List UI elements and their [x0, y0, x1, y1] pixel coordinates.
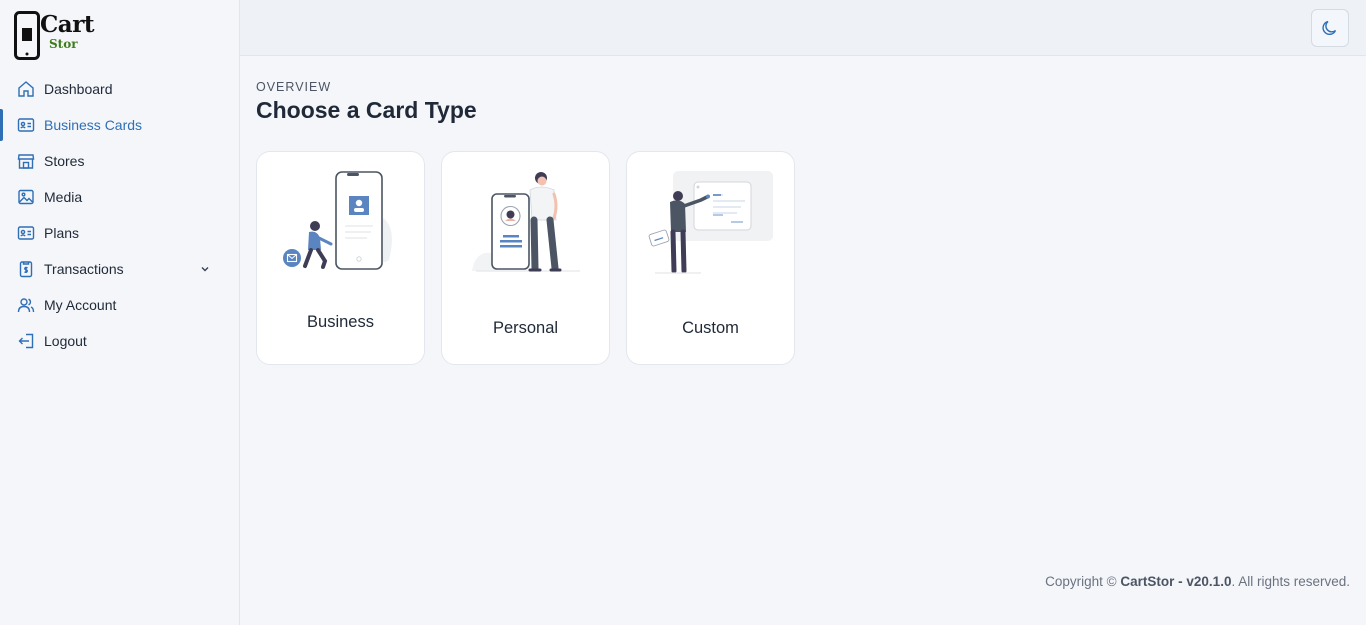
card-type-list: Business Personal Custom — [256, 151, 811, 365]
sidebar-item-stores[interactable]: Stores — [0, 143, 239, 179]
section-label: OVERVIEW — [256, 80, 332, 94]
custom-illustration — [648, 171, 773, 274]
sidebar-item-label: Dashboard — [44, 81, 113, 97]
sidebar-item-business-cards[interactable]: Business Cards — [0, 107, 239, 143]
sidebar-item-label: Plans — [44, 225, 80, 241]
copyright-suffix: . All rights reserved. — [1231, 574, 1350, 589]
theme-toggle-button[interactable] — [1311, 9, 1349, 47]
copyright-brand-version[interactable]: CartStor - v20.1.0 — [1120, 574, 1231, 589]
sidebar-item-label: Media — [44, 189, 83, 205]
sidebar-item-label: Business Cards — [44, 117, 143, 133]
sidebar-item-label: Transactions — [44, 261, 124, 277]
sidebar-item-logout[interactable]: Logout — [0, 323, 239, 359]
card-type-custom[interactable]: Custom — [626, 151, 795, 365]
card-type-personal[interactable]: Personal — [441, 151, 610, 365]
sidebar-item-my-account[interactable]: My Account — [0, 287, 239, 323]
brand-name-top: Cart — [40, 11, 94, 38]
sidebar-item-media[interactable]: Media — [0, 179, 239, 215]
sidebar-item-dashboard[interactable]: Dashboard — [0, 71, 239, 107]
card-type-business[interactable]: Business — [256, 151, 425, 365]
card-label: Personal — [492, 319, 559, 337]
logout-icon — [17, 332, 35, 350]
brand-logo[interactable]: Cart Stor — [14, 11, 104, 61]
id-card-icon — [17, 224, 35, 242]
footer-copyright: Copyright © CartStor - v20.1.0. All righ… — [1045, 574, 1350, 589]
sidebar-item-transactions[interactable]: Transactions — [0, 251, 239, 287]
image-icon — [17, 188, 35, 206]
home-icon — [17, 80, 35, 98]
brand-name-bottom: Stor — [49, 37, 78, 51]
copyright-prefix: Copyright © — [1045, 574, 1117, 589]
chevron-down-icon[interactable] — [199, 263, 211, 275]
receipt-icon — [17, 260, 35, 278]
sidebar-item-label: My Account — [44, 297, 117, 313]
users-icon — [17, 296, 35, 314]
store-icon — [17, 152, 35, 170]
card-label: Custom — [682, 319, 739, 337]
page-title: Choose a Card Type — [256, 97, 477, 123]
sidebar-nav: Dashboard Business Cards Stores Media Pl… — [0, 71, 239, 359]
card-label: Business — [307, 313, 374, 331]
moon-icon — [1322, 20, 1337, 35]
sidebar: Cart Stor Dashboard Business Cards Store… — [0, 0, 240, 625]
business-illustration — [283, 171, 392, 270]
sidebar-item-label: Stores — [44, 153, 85, 169]
phone-logo-icon — [14, 11, 40, 60]
top-bar — [240, 0, 1366, 56]
id-card-icon — [17, 116, 35, 134]
sidebar-item-plans[interactable]: Plans — [0, 215, 239, 251]
personal-illustration — [472, 172, 580, 272]
sidebar-item-label: Logout — [44, 333, 87, 349]
